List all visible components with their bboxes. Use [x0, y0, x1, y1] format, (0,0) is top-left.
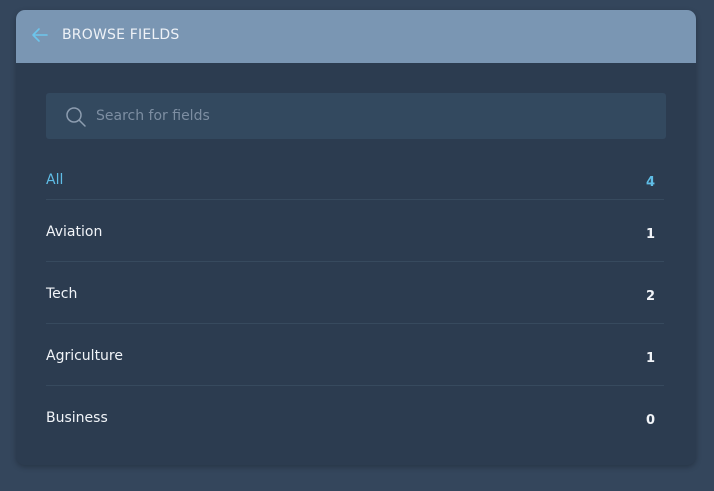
- field-count: 4: [645, 175, 655, 190]
- field-item-all[interactable]: All 4: [46, 139, 664, 200]
- field-item-agriculture[interactable]: Agriculture 1: [46, 324, 664, 386]
- field-label: Agriculture: [46, 348, 123, 364]
- panel-header: BROWSE FIELDS: [16, 10, 696, 63]
- search-box[interactable]: [46, 93, 666, 139]
- field-label: Business: [46, 410, 108, 426]
- field-count: 1: [645, 227, 655, 242]
- browse-fields-panel: BROWSE FIELDS All 4 Aviation 1 Tech 2 Ag…: [16, 10, 696, 465]
- field-label: Aviation: [46, 224, 103, 240]
- field-count: 1: [645, 351, 655, 366]
- field-item-aviation[interactable]: Aviation 1: [46, 200, 664, 262]
- field-item-business[interactable]: Business 0: [46, 386, 664, 448]
- search-input[interactable]: [96, 93, 656, 139]
- page-title: BROWSE FIELDS: [62, 27, 180, 43]
- field-list: All 4 Aviation 1 Tech 2 Agriculture 1 Bu…: [46, 139, 664, 448]
- field-label: All: [46, 172, 64, 188]
- back-button[interactable]: [30, 25, 50, 45]
- search-icon: [65, 106, 87, 128]
- field-count: 2: [645, 289, 655, 304]
- field-item-tech[interactable]: Tech 2: [46, 262, 664, 324]
- arrow-left-icon: [32, 28, 48, 42]
- field-count: 0: [645, 413, 655, 428]
- field-label: Tech: [46, 286, 78, 302]
